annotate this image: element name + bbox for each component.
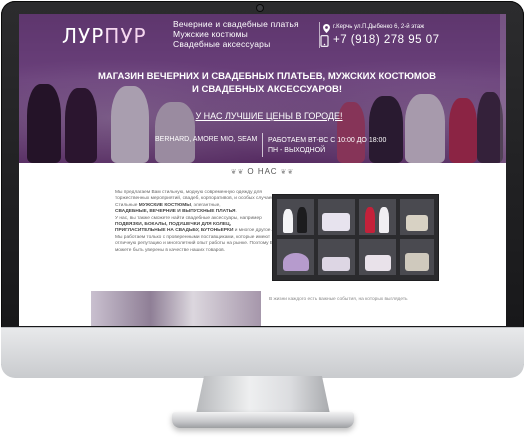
tagline-line-1: Вечерние и свадебные платья bbox=[173, 19, 299, 29]
about-paragraph-2: У нас, вы также сможете найти свадебные … bbox=[115, 216, 277, 235]
about-p1-c: , элегантные, bbox=[190, 202, 221, 208]
about-p1-b: МУЖСКИЕ КОСТЮМЫ bbox=[138, 202, 191, 208]
tagline-line-3: Свадебные аксессуары bbox=[173, 39, 271, 49]
website-screen: ЛУРПУР Вечерние и свадебные платья Мужск… bbox=[19, 14, 506, 326]
ornament-left-icon: ❦❦ bbox=[230, 169, 248, 176]
about-p1-e: . bbox=[235, 209, 237, 215]
shelf-cell bbox=[318, 199, 355, 235]
hero-title: МАГАЗИН ВЕЧЕРНИХ И СВАДЕБНЫХ ПЛАТЬЕВ, МУ… bbox=[97, 71, 437, 95]
phone[interactable]: +7 (918) 278 95 07 bbox=[320, 34, 440, 47]
ornament-right-icon: ❦❦ bbox=[277, 169, 295, 176]
about-p2-b: ПОДВЯЗКИ, БОКАЛЫ, ПОДУШЕЧКИ ДЛЯ КОЛЕЦ, П… bbox=[115, 222, 234, 234]
hero-promo-link[interactable]: У НАС ЛУЧШИЕ ЦЕНЫ В ГОРОДЕ! bbox=[169, 111, 369, 121]
hours-line-1: РАБОТАЕМ ВТ-ВС С 10:00 ДО 18:00 bbox=[268, 137, 387, 144]
map-pin-icon bbox=[323, 24, 330, 33]
shelf-cell bbox=[359, 239, 396, 275]
tagline-line-2: Мужские костюмы bbox=[173, 29, 248, 39]
scrollbar[interactable] bbox=[500, 14, 506, 326]
working-hours: РАБОТАЕМ ВТ-ВС С 10:00 ДО 18:00 ПН - ВЫХ… bbox=[268, 136, 386, 156]
shelf-cell bbox=[400, 239, 434, 275]
about-text: Мы предлагаем Вам стильную, модную совре… bbox=[115, 190, 277, 254]
address: г.Керчь ул.П.Дыбенко 6, 2-й этаж bbox=[323, 24, 425, 33]
logo-text-part1: ЛУР bbox=[62, 24, 105, 48]
about-heading-text: О НАС bbox=[247, 167, 278, 176]
camera-dot bbox=[257, 5, 263, 11]
address-text: г.Керчь ул.П.Дыбенко 6, 2-й этаж bbox=[333, 24, 425, 30]
monitor-stand-base bbox=[172, 412, 354, 428]
shelf-cell bbox=[359, 199, 396, 235]
about-paragraph-1: Мы предлагаем Вам стильную, модную совре… bbox=[115, 190, 277, 216]
about-p2-a: У нас, вы также сможете найти свадебные … bbox=[115, 215, 262, 221]
bottom-text: В жизни каждого есть важные события, на … bbox=[269, 297, 408, 302]
hero-banner: ЛУРПУР Вечерние и свадебные платья Мужск… bbox=[19, 14, 506, 163]
hours-divider bbox=[262, 133, 263, 157]
phone-number: +7 (918) 278 95 07 bbox=[333, 34, 440, 46]
shelf-cell bbox=[400, 199, 434, 235]
monitor-chin bbox=[1, 327, 524, 378]
about-heading: ❦❦ О НАС ❦❦ bbox=[19, 167, 506, 176]
monitor-stand bbox=[196, 376, 330, 414]
logo-text-part2: ПУР bbox=[104, 24, 147, 48]
shelf-cell bbox=[318, 239, 355, 275]
brands-list: BERHARD, AMORE MIO, SEAM bbox=[155, 136, 258, 143]
showroom-photo bbox=[91, 291, 261, 326]
about-p1-d: СВАДЕБНЫЕ, ВЕЧЕРНИЕ И ВЫПУСКНЫЕ ПЛАТЬЯ bbox=[115, 209, 236, 215]
hours-line-2: ПН - ВЫХОДНОЙ bbox=[268, 147, 326, 154]
shelf-cell bbox=[277, 199, 314, 235]
about-p2-c: и многое другое. bbox=[233, 228, 272, 234]
accessories-photo bbox=[272, 194, 439, 281]
about-paragraph-3: Мы работаем только с проверенными постав… bbox=[115, 234, 277, 253]
phone-icon bbox=[320, 35, 329, 47]
shelf-cell bbox=[277, 239, 314, 275]
site-logo[interactable]: ЛУРПУР bbox=[62, 24, 147, 48]
